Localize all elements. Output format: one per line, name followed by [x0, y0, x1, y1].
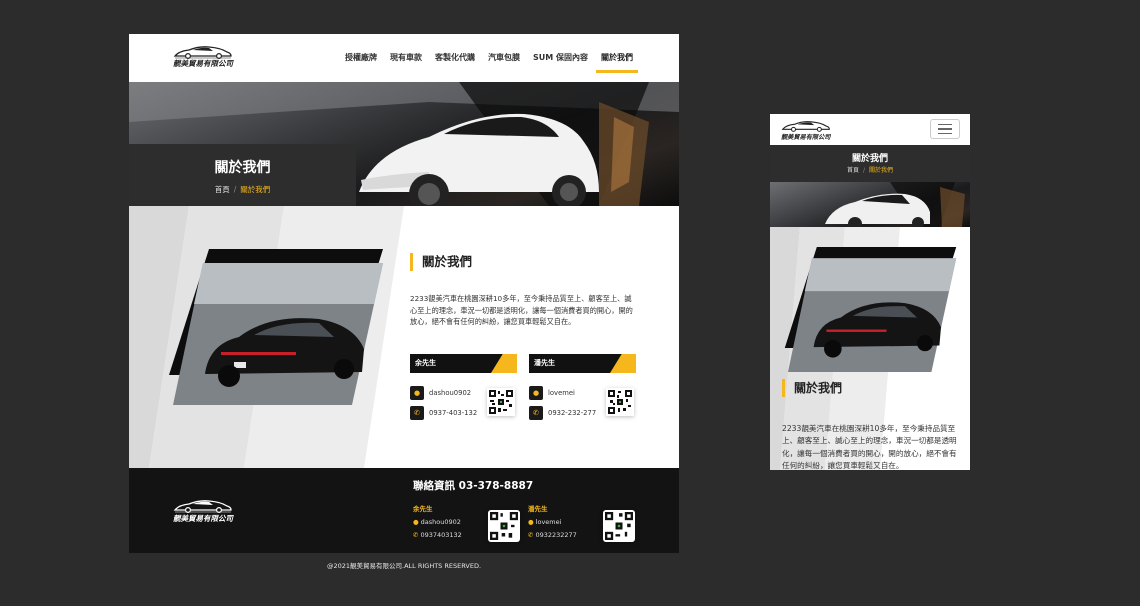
breadcrumb-separator: /	[233, 185, 237, 194]
brand-name: 靚美貿易有限公司	[781, 134, 831, 141]
car-logo-icon	[781, 121, 830, 132]
footer-line-id: dashou0902	[420, 518, 461, 526]
qr-code-icon	[608, 390, 632, 414]
main-menu: 授權廠牌 現有車款 客製化代購 汽車包膜 SUM 保固內容 關於我們	[345, 52, 638, 73]
qr-code	[603, 510, 635, 542]
brand-name: 靚美貿易有限公司	[173, 59, 233, 68]
brand-name: 靚美貿易有限公司	[173, 514, 233, 523]
contact-card: 余先生 ● dashou0902 ✆ 0937-403-132	[410, 354, 517, 420]
phone-icon: ✆	[528, 531, 534, 539]
about-car-photo	[784, 247, 957, 372]
footer-contact: 潘先生 ● lovemei ✆ 0932232277	[528, 503, 638, 542]
breadcrumb: 首頁 / 關於我們	[129, 184, 356, 195]
line-icon: ●	[413, 518, 419, 526]
hero-banner: 關於我們 首頁 / 關於我們	[129, 82, 679, 206]
breadcrumb: 首頁 / 關於我們	[770, 165, 970, 174]
qr-code	[487, 388, 515, 416]
contact-line[interactable]: ● lovemei	[529, 386, 575, 400]
car-logo-icon	[173, 500, 232, 513]
contact-card: 潘先生 ● lovemei ✆ 0932-232-277	[529, 354, 636, 420]
contact-line-id: lovemei	[548, 389, 575, 397]
nav-item-warranty[interactable]: SUM 保固內容	[533, 52, 588, 63]
mobile-mockup: 靚美貿易有限公司 關於我們 首頁 / 關於我們 關於我們 2233靚美汽車在桃園…	[770, 114, 970, 470]
line-icon: ●	[528, 518, 534, 526]
nav-item-brands[interactable]: 授權廠牌	[345, 52, 377, 63]
desktop-mockup: 靚美貿易有限公司 授權廠牌 現有車款 客製化代購 汽車包膜 SUM 保固內容 關…	[129, 34, 679, 553]
hamburger-menu-icon[interactable]	[930, 119, 960, 139]
site-logo[interactable]: 靚美貿易有限公司	[173, 45, 233, 69]
footer-contact: 余先生 ● dashou0902 ✆ 0937403132	[413, 503, 523, 542]
phone-icon: ✆	[529, 406, 543, 420]
top-navbar: 靚美貿易有限公司 授權廠牌 現有車款 客製化代購 汽車包膜 SUM 保固內容 關…	[129, 34, 679, 82]
nav-item-custom-order[interactable]: 客製化代購	[435, 52, 475, 63]
about-section: 關於我們 2233靚美汽車在桃園深耕10多年，至今秉持品質至上、顧客至上、誠心至…	[129, 206, 679, 468]
hero-banner	[770, 182, 970, 227]
about-title: 關於我們	[782, 379, 842, 397]
line-icon: ●	[529, 386, 543, 400]
site-footer: 靚美貿易有限公司 聯絡資訊 03-378-8887 余先生 ● dashou090…	[129, 468, 679, 553]
contact-phone-number: 0932-232-277	[548, 409, 597, 417]
breadcrumb-home[interactable]: 首頁	[847, 167, 859, 174]
footer-logo[interactable]: 靚美貿易有限公司	[173, 499, 233, 524]
footer-contact-title: 聯絡資訊 03-378-8887	[413, 480, 534, 492]
breadcrumb-current: 關於我們	[869, 167, 894, 174]
about-description: 2233靚美汽車在桃園深耕10多年，至今秉持品質至上、顧客至上、誠心至上的理念，…	[782, 424, 957, 470]
about-description: 2233靚美汽車在桃園深耕10多年，至今秉持品質至上、顧客至上、誠心至上的理念，…	[410, 294, 633, 326]
nav-item-stock[interactable]: 現有車款	[390, 52, 422, 63]
nav-item-about[interactable]: 關於我們	[596, 52, 638, 73]
copyright-text: @2021靚美貿易有限公司.ALL RIGHTS RESERVED.	[326, 562, 482, 570]
contact-phone[interactable]: ✆ 0937-403-132	[410, 406, 477, 420]
footer-line-id: lovemei	[535, 518, 562, 526]
mobile-navbar: 靚美貿易有限公司	[770, 114, 970, 145]
page-header-box: 關於我們 首頁 / 關於我們	[770, 145, 970, 182]
page-title: 關於我們	[214, 160, 271, 176]
qr-code	[488, 510, 520, 542]
contact-line-id: dashou0902	[429, 389, 472, 397]
contact-phone[interactable]: ✆ 0932-232-277	[529, 406, 596, 420]
contact-phone-number: 0937-403-132	[429, 409, 478, 417]
site-logo[interactable]: 靚美貿易有限公司	[781, 120, 831, 141]
breadcrumb-current: 關於我們	[240, 185, 271, 194]
footer-phone-number: 0932232277	[535, 531, 577, 539]
qr-code-icon	[605, 512, 633, 540]
hero-car-image	[825, 182, 965, 227]
breadcrumb-separator: /	[862, 167, 866, 174]
qr-code-icon	[489, 390, 513, 414]
contact-line[interactable]: ● dashou0902	[410, 386, 471, 400]
about-section: 關於我們 2233靚美汽車在桃園深耕10多年，至今秉持品質至上、顧客至上、誠心至…	[770, 227, 970, 470]
phone-icon: ✆	[410, 406, 424, 420]
phone-icon: ✆	[413, 531, 419, 539]
about-title: 關於我們	[410, 253, 472, 271]
qr-code-icon	[490, 512, 518, 540]
page-title: 關於我們	[851, 154, 888, 164]
qr-code	[606, 388, 634, 416]
about-car-photo	[169, 249, 383, 405]
car-logo-icon	[173, 46, 232, 59]
breadcrumb-home[interactable]: 首頁	[215, 185, 230, 194]
line-icon: ●	[410, 386, 424, 400]
footer-phone-number: 0937403132	[420, 531, 462, 539]
contact-name: 余先生	[410, 354, 517, 373]
page-header-box: 關於我們 首頁 / 關於我們	[129, 144, 356, 206]
nav-item-wrap[interactable]: 汽車包膜	[488, 52, 520, 63]
contact-name: 潘先生	[529, 354, 636, 373]
